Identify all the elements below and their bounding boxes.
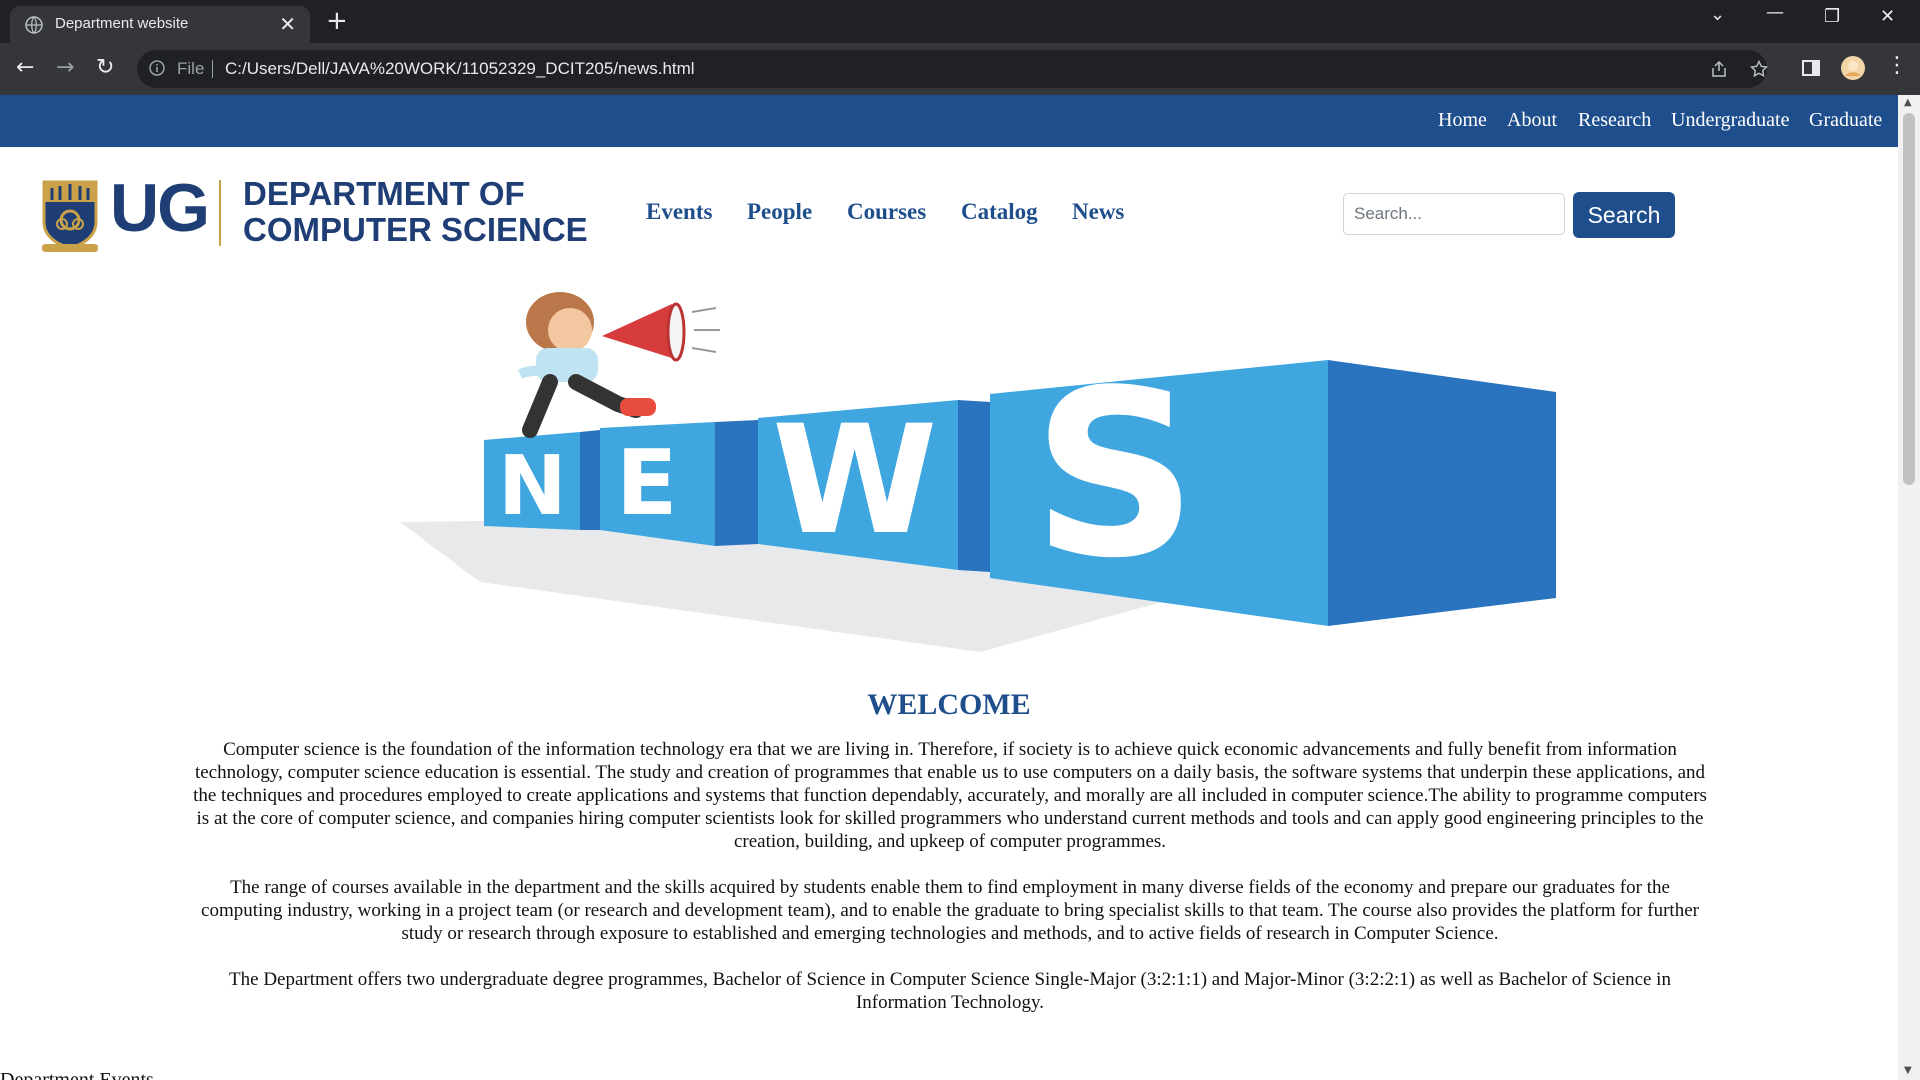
scroll-up-arrow-icon[interactable]: ▲ [1904,97,1912,108]
back-button[interactable]: ← [16,55,34,80]
main-nav-events[interactable]: Events [646,199,712,225]
main-nav-catalog[interactable]: Catalog [961,199,1038,225]
top-nav-graduate[interactable]: Graduate [1809,109,1882,132]
cube-letter-e: E [616,431,677,536]
address-bar[interactable]: File C:/Users/Dell/JAVA%20WORK/11052329_… [137,50,1768,88]
browser-tab-bar: Department website ✕ + ⌄ — ❐ ✕ [0,0,1920,43]
address-scheme: File [177,59,205,78]
globe-icon [25,16,43,34]
new-tab-button[interactable]: + [326,6,348,36]
share-icon[interactable] [1710,60,1728,78]
brand-divider [219,180,221,246]
welcome-heading: WELCOME [867,688,1031,721]
main-nav-news[interactable]: News [1072,199,1124,225]
cube-letter-s: S [1032,342,1198,609]
page-scrollbar[interactable]: ▲ ▼ [1898,95,1920,1080]
cube-letter-w: W [772,394,937,568]
address-url[interactable]: C:/Users/Dell/JAVA%20WORK/11052329_DCIT2… [225,59,695,79]
intro-paragraph-1: Computer science is the foundation of th… [193,739,1707,852]
news-banner-illustration: N E W S [400,292,1556,652]
reload-button[interactable]: ↻ [96,55,114,80]
browser-tab[interactable]: Department website ✕ [10,6,310,43]
search-input[interactable] [1343,193,1565,235]
scroll-down-arrow-icon[interactable]: ▼ [1904,1065,1912,1076]
profile-avatar[interactable] [1840,55,1866,81]
top-navigation-bar: Home About Research Undergraduate Gradua… [0,95,1898,147]
info-icon[interactable] [149,60,165,76]
top-nav-about[interactable]: About [1507,109,1557,132]
section-heading-cutoff: Department Events [0,1070,154,1080]
cube-letter-n: N [498,439,567,534]
department-name-line1: DEPARTMENT OF [243,175,525,212]
close-window-button[interactable]: ✕ [1880,6,1895,27]
search-button[interactable]: Search [1573,192,1675,238]
forward-button[interactable]: → [56,55,74,80]
bookmark-star-icon[interactable] [1750,60,1768,78]
address-bar-row: ← → ↻ File C:/Users/Dell/JAVA%20WORK/110… [0,43,1920,95]
top-nav-research[interactable]: Research [1578,109,1651,132]
main-nav-courses[interactable]: Courses [847,199,926,225]
tab-search-icon[interactable]: ⌄ [1710,4,1725,25]
intro-paragraph-3: The Department offers two undergraduate … [229,969,1671,1013]
scroll-thumb[interactable] [1903,113,1915,485]
department-name-line2: COMPUTER SCIENCE [243,211,588,248]
brand-ug-wordmark: UG [110,170,210,246]
intro-paragraph-2: The range of courses available in the de… [201,877,1699,944]
browser-menu-icon[interactable]: ⋮ [1886,53,1908,78]
tab-title: Department website [55,15,189,32]
minimize-button[interactable]: — [1766,2,1784,23]
top-nav-home[interactable]: Home [1438,109,1487,132]
university-crest-logo[interactable] [38,178,102,254]
top-nav-undergraduate[interactable]: Undergraduate [1671,109,1789,132]
main-nav-people[interactable]: People [747,199,812,225]
side-panel-icon[interactable] [1800,57,1822,79]
megaphone-man-icon [518,292,720,438]
maximize-button[interactable]: ❐ [1824,6,1840,27]
address-divider [212,60,213,78]
department-name: DEPARTMENT OF COMPUTER SCIENCE [243,176,588,248]
tab-close-icon[interactable]: ✕ [279,12,296,37]
